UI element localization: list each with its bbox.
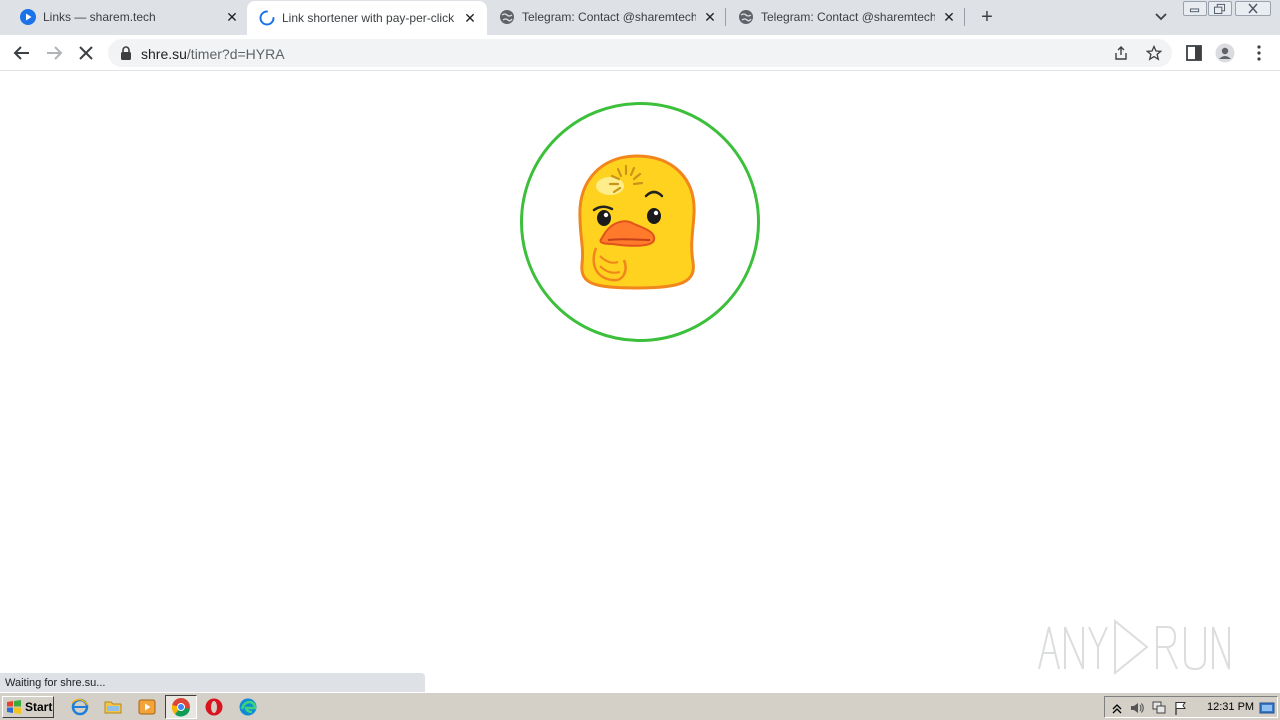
duck-sticker-icon	[578, 154, 696, 290]
url-path: /timer?d=HYRA	[186, 46, 285, 62]
chevron-up-icon[interactable]	[1109, 700, 1125, 716]
side-panel-icon[interactable]	[1184, 43, 1204, 63]
blue-play-icon	[20, 9, 36, 25]
minimize-button[interactable]	[1183, 1, 1207, 16]
minimize-icon	[1189, 8, 1200, 13]
screen: Links — sharem.tech ✕ Link shortener wit…	[0, 0, 1280, 720]
opera-icon[interactable]	[204, 697, 224, 717]
action-center-flag-icon[interactable]	[1173, 700, 1189, 716]
profile-avatar-icon[interactable]	[1215, 43, 1235, 63]
tab-telegram-1[interactable]: Telegram: Contact @sharemtech_ne ✕	[487, 0, 725, 35]
browser-toolbar: shre.su/timer?d=HYRA	[0, 35, 1280, 71]
tab-separator	[964, 8, 965, 26]
start-label: Start	[25, 700, 53, 714]
tab-title: Links — sharem.tech	[43, 10, 156, 24]
status-bubble: Waiting for shre.su...	[0, 673, 425, 692]
media-player-icon[interactable]	[137, 697, 157, 717]
tab-title: Telegram: Contact @sharemtech_ne	[761, 10, 935, 24]
tab-links-sharem[interactable]: Links — sharem.tech ✕	[8, 0, 244, 35]
internet-explorer-icon[interactable]	[70, 697, 90, 717]
chrome-icon	[171, 698, 190, 717]
kebab-menu-icon[interactable]	[1249, 43, 1269, 63]
chrome-taskbar-button[interactable]	[165, 695, 197, 719]
windows-logo-icon	[7, 700, 21, 714]
close-icon[interactable]: ✕	[462, 10, 478, 26]
anyrun-watermark-logo	[1038, 618, 1230, 676]
file-explorer-icon[interactable]	[103, 697, 123, 717]
forward-arrow-icon[interactable]	[43, 42, 65, 64]
tab-link-shortener[interactable]: Link shortener with pay-per-click ✕	[247, 1, 487, 35]
tab-strip: Links — sharem.tech ✕ Link shortener wit…	[0, 0, 1280, 35]
page-content: Waiting for shre.su...	[0, 72, 1280, 692]
url-text[interactable]: shre.su/timer?d=HYRA	[141, 46, 285, 62]
globe-icon	[739, 10, 753, 24]
url-host: shre.su	[141, 46, 187, 62]
lock-icon[interactable]	[120, 46, 132, 60]
loading-spinner-icon	[259, 10, 275, 26]
speaker-icon[interactable]	[1129, 700, 1145, 716]
close-icon[interactable]: ✕	[941, 9, 957, 25]
show-desktop-icon[interactable]	[1259, 700, 1275, 716]
window-close-button[interactable]	[1235, 1, 1271, 16]
globe-icon	[500, 10, 514, 24]
tab-title: Telegram: Contact @sharemtech_ne	[522, 10, 696, 24]
windows-taskbar: Start 12:31 PM	[0, 692, 1280, 720]
close-icon[interactable]: ✕	[702, 9, 718, 25]
restore-icon	[1214, 3, 1226, 14]
chevron-down-icon[interactable]	[1152, 9, 1170, 25]
tab-telegram-2[interactable]: Telegram: Contact @sharemtech_ne ✕	[726, 0, 964, 35]
start-button[interactable]: Start	[2, 696, 54, 718]
bookmark-star-icon[interactable]	[1146, 45, 1162, 61]
new-tab-button[interactable]: +	[978, 7, 996, 27]
share-icon[interactable]	[1113, 45, 1129, 61]
system-tray: 12:31 PM	[1104, 696, 1278, 718]
back-arrow-icon[interactable]	[11, 42, 33, 64]
edge-icon[interactable]	[238, 697, 258, 717]
network-icon[interactable]	[1151, 700, 1167, 716]
tab-title: Link shortener with pay-per-click	[282, 11, 455, 25]
taskbar-clock[interactable]: 12:31 PM	[1207, 701, 1254, 713]
close-icon	[1248, 3, 1258, 14]
stop-loading-icon[interactable]	[75, 42, 97, 64]
restore-button[interactable]	[1208, 1, 1232, 16]
address-bar[interactable]: shre.su/timer?d=HYRA	[108, 39, 1172, 67]
close-icon[interactable]: ✕	[224, 9, 240, 25]
